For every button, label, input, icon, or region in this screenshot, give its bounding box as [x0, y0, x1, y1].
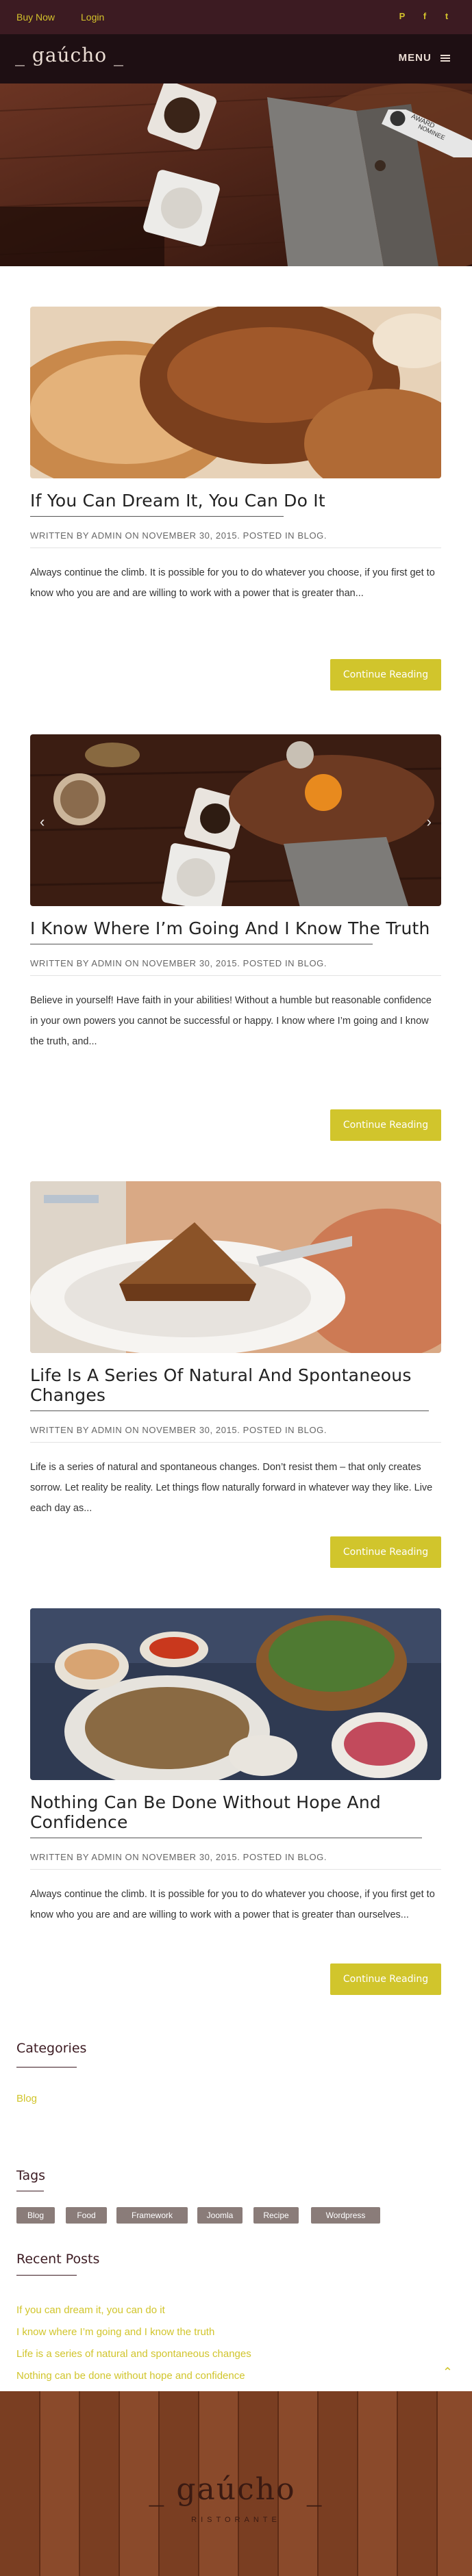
continue-reading-button[interactable]: Continue Reading: [330, 659, 441, 691]
slider-prev-icon[interactable]: ‹: [40, 813, 45, 831]
hero-banner: AWARD NOMINEE: [0, 83, 472, 266]
post-image-slider[interactable]: ‹ ›: [30, 734, 441, 906]
tag-food[interactable]: Food: [66, 2207, 107, 2224]
blog-post: Nothing Can Be Done Without Hope And Con…: [30, 1608, 441, 1995]
title-divider: [30, 516, 284, 517]
continue-reading-button[interactable]: Continue Reading: [330, 1536, 441, 1568]
post-image[interactable]: [30, 1181, 441, 1353]
post-meta: Written by admin on November 30, 2015. P…: [30, 1425, 327, 1435]
post-title[interactable]: I Know Where I’m Going And I Know The Tr…: [30, 918, 441, 938]
recent-posts-divider: [16, 2275, 77, 2276]
facebook-icon[interactable]: f: [419, 10, 431, 23]
footer-logo[interactable]: _ gaúcho _: [0, 2472, 472, 2507]
tag-joomla[interactable]: Joomla: [197, 2207, 243, 2224]
menu-label: MENU: [398, 52, 432, 64]
post-excerpt: Believe in yourself! Have faith in your …: [30, 995, 432, 1047]
twitter-icon[interactable]: t: [440, 10, 453, 23]
menu-button[interactable]: MENU: [399, 52, 450, 64]
recent-posts-title: Recent Posts: [16, 2252, 100, 2267]
recent-post-link[interactable]: I know where I’m going and I know the tr…: [16, 2326, 214, 2338]
continue-reading-button[interactable]: Continue Reading: [330, 1963, 441, 1995]
login-link[interactable]: Login: [81, 12, 104, 23]
blog-post: ‹ › I Know Where I’m Going And I Know Th…: [30, 734, 441, 1141]
categories-title: Categories: [16, 2041, 87, 2056]
site-header: _ gaúcho _ MENU: [0, 34, 472, 83]
tag-blog[interactable]: Blog: [16, 2207, 55, 2224]
top-bar: Buy Now Login P f t: [0, 0, 472, 34]
blog-post: Life Is A Series Of Natural And Spontane…: [30, 1181, 441, 1568]
post-excerpt: Always continue the climb. It is possibl…: [30, 567, 435, 599]
recent-post-link[interactable]: If you can dream it, you can do it: [16, 2304, 165, 2316]
post-meta: Written by admin on November 30, 2015. P…: [30, 530, 327, 541]
tag-framework[interactable]: Framework: [116, 2207, 188, 2224]
post-title[interactable]: If You Can Dream It, You Can Do It: [30, 491, 441, 511]
award-badge: AWARD NOMINEE: [376, 103, 472, 168]
post-meta: Written by admin on November 30, 2015. P…: [30, 958, 327, 968]
post-meta: Written by admin on November 30, 2015. P…: [30, 1852, 327, 1862]
recent-post-link[interactable]: Nothing can be done without hope and con…: [16, 2370, 245, 2382]
post-excerpt: Life is a series of natural and spontane…: [30, 1462, 433, 1514]
post-title[interactable]: Life Is A Series Of Natural And Spontane…: [30, 1365, 441, 1405]
footer-tagline: RISTORANTE: [191, 2516, 281, 2524]
meta-divider: [30, 1442, 441, 1443]
meta-divider: [30, 1869, 441, 1870]
tag-recipe[interactable]: Recipe: [253, 2207, 299, 2224]
meta-divider: [30, 975, 441, 976]
category-link[interactable]: Blog: [16, 2093, 37, 2104]
buy-now-link[interactable]: Buy Now: [16, 12, 55, 23]
site-footer: _ gaúcho _ RISTORANTE: [0, 2391, 472, 2576]
back-to-top-icon[interactable]: ⌃: [443, 2365, 453, 2380]
post-image[interactable]: [30, 307, 441, 478]
tag-wordpress[interactable]: Wordpress: [311, 2207, 380, 2224]
recent-post-link[interactable]: Life is a series of natural and spontane…: [16, 2348, 251, 2360]
tags-title: Tags: [16, 2168, 46, 2183]
post-excerpt: Always continue the climb. It is possibl…: [30, 1889, 435, 1920]
categories-divider: [16, 2067, 77, 2068]
post-title[interactable]: Nothing Can Be Done Without Hope And Con…: [30, 1792, 441, 1832]
hamburger-icon: [440, 53, 450, 63]
site-logo[interactable]: _ gaúcho _: [15, 44, 124, 66]
continue-reading-button[interactable]: Continue Reading: [330, 1109, 441, 1141]
pinterest-icon[interactable]: P: [396, 10, 408, 23]
blog-post: If You Can Dream It, You Can Do It Writt…: [30, 307, 441, 691]
post-image[interactable]: [30, 1608, 441, 1780]
slider-next-icon[interactable]: ›: [427, 813, 432, 831]
